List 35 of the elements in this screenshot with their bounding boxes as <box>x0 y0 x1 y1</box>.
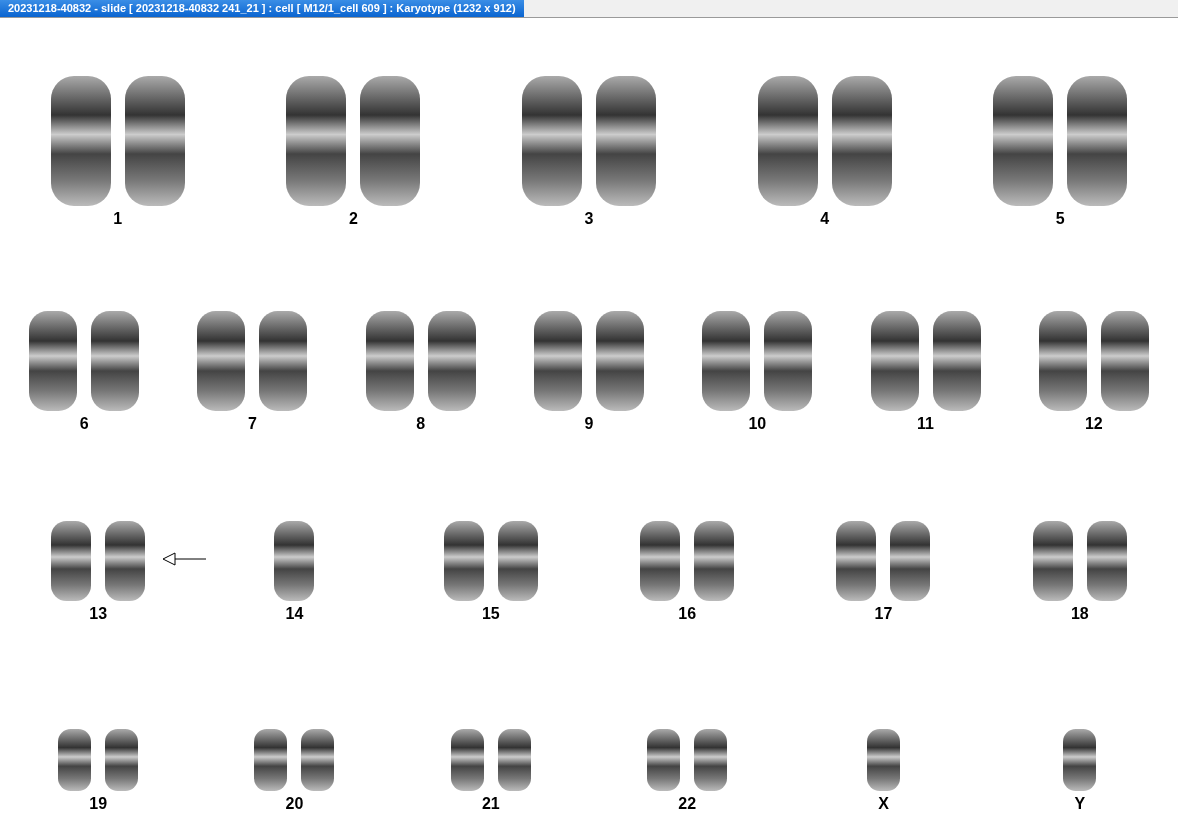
chromosome-drawing <box>105 729 139 791</box>
chromosome-label: 19 <box>89 795 108 813</box>
chromosome-drawing <box>497 729 531 791</box>
chromosome-label: 5 <box>1055 210 1065 228</box>
chromosome-label: 21 <box>481 795 500 813</box>
chromosome-label: X <box>878 795 889 813</box>
chromosome-label: 13 <box>89 605 108 623</box>
chromosome-drawing <box>867 729 900 791</box>
chromosome-label: 4 <box>820 210 830 228</box>
chromosome-label: Y <box>1074 795 1086 813</box>
chromosome-label: 3 <box>584 210 594 228</box>
chromosome-label: 9 <box>584 415 594 433</box>
chromosome-drawing <box>301 729 335 791</box>
chromosome-label: 7 <box>247 415 257 433</box>
chromosome-label: 12 <box>1084 415 1103 433</box>
chromosome-label: 15 <box>481 605 500 623</box>
chromosome-label: 11 <box>917 415 934 433</box>
chromosome-label: 20 <box>285 795 304 813</box>
chromosome-label: 17 <box>874 605 893 623</box>
chromosome-label: 6 <box>79 415 89 433</box>
chromosome-label: 14 <box>285 605 304 623</box>
window-title: 20231218-40832 - slide [ 20231218-40832 241_21 ] : cell [ M12/1_cell 609 ] : Karyotype (1232 x 912) <box>0 0 524 17</box>
chromosome-label: 16 <box>678 605 697 623</box>
chromosome-drawing <box>58 729 92 791</box>
chromosome-label: 2 <box>348 210 358 228</box>
chromosome-drawing <box>450 729 484 791</box>
chromosome-label: 22 <box>678 795 697 813</box>
chromosome-drawing <box>254 729 288 791</box>
chromosome-label: 1 <box>113 210 123 228</box>
chromosome-label: 8 <box>416 415 426 433</box>
chromosome-drawing <box>647 729 681 791</box>
chromosome-drawing <box>694 729 728 791</box>
chromosome-label: 18 <box>1070 605 1089 623</box>
chromosome-label: 10 <box>748 415 767 433</box>
chromosome-drawing <box>1063 729 1097 791</box>
